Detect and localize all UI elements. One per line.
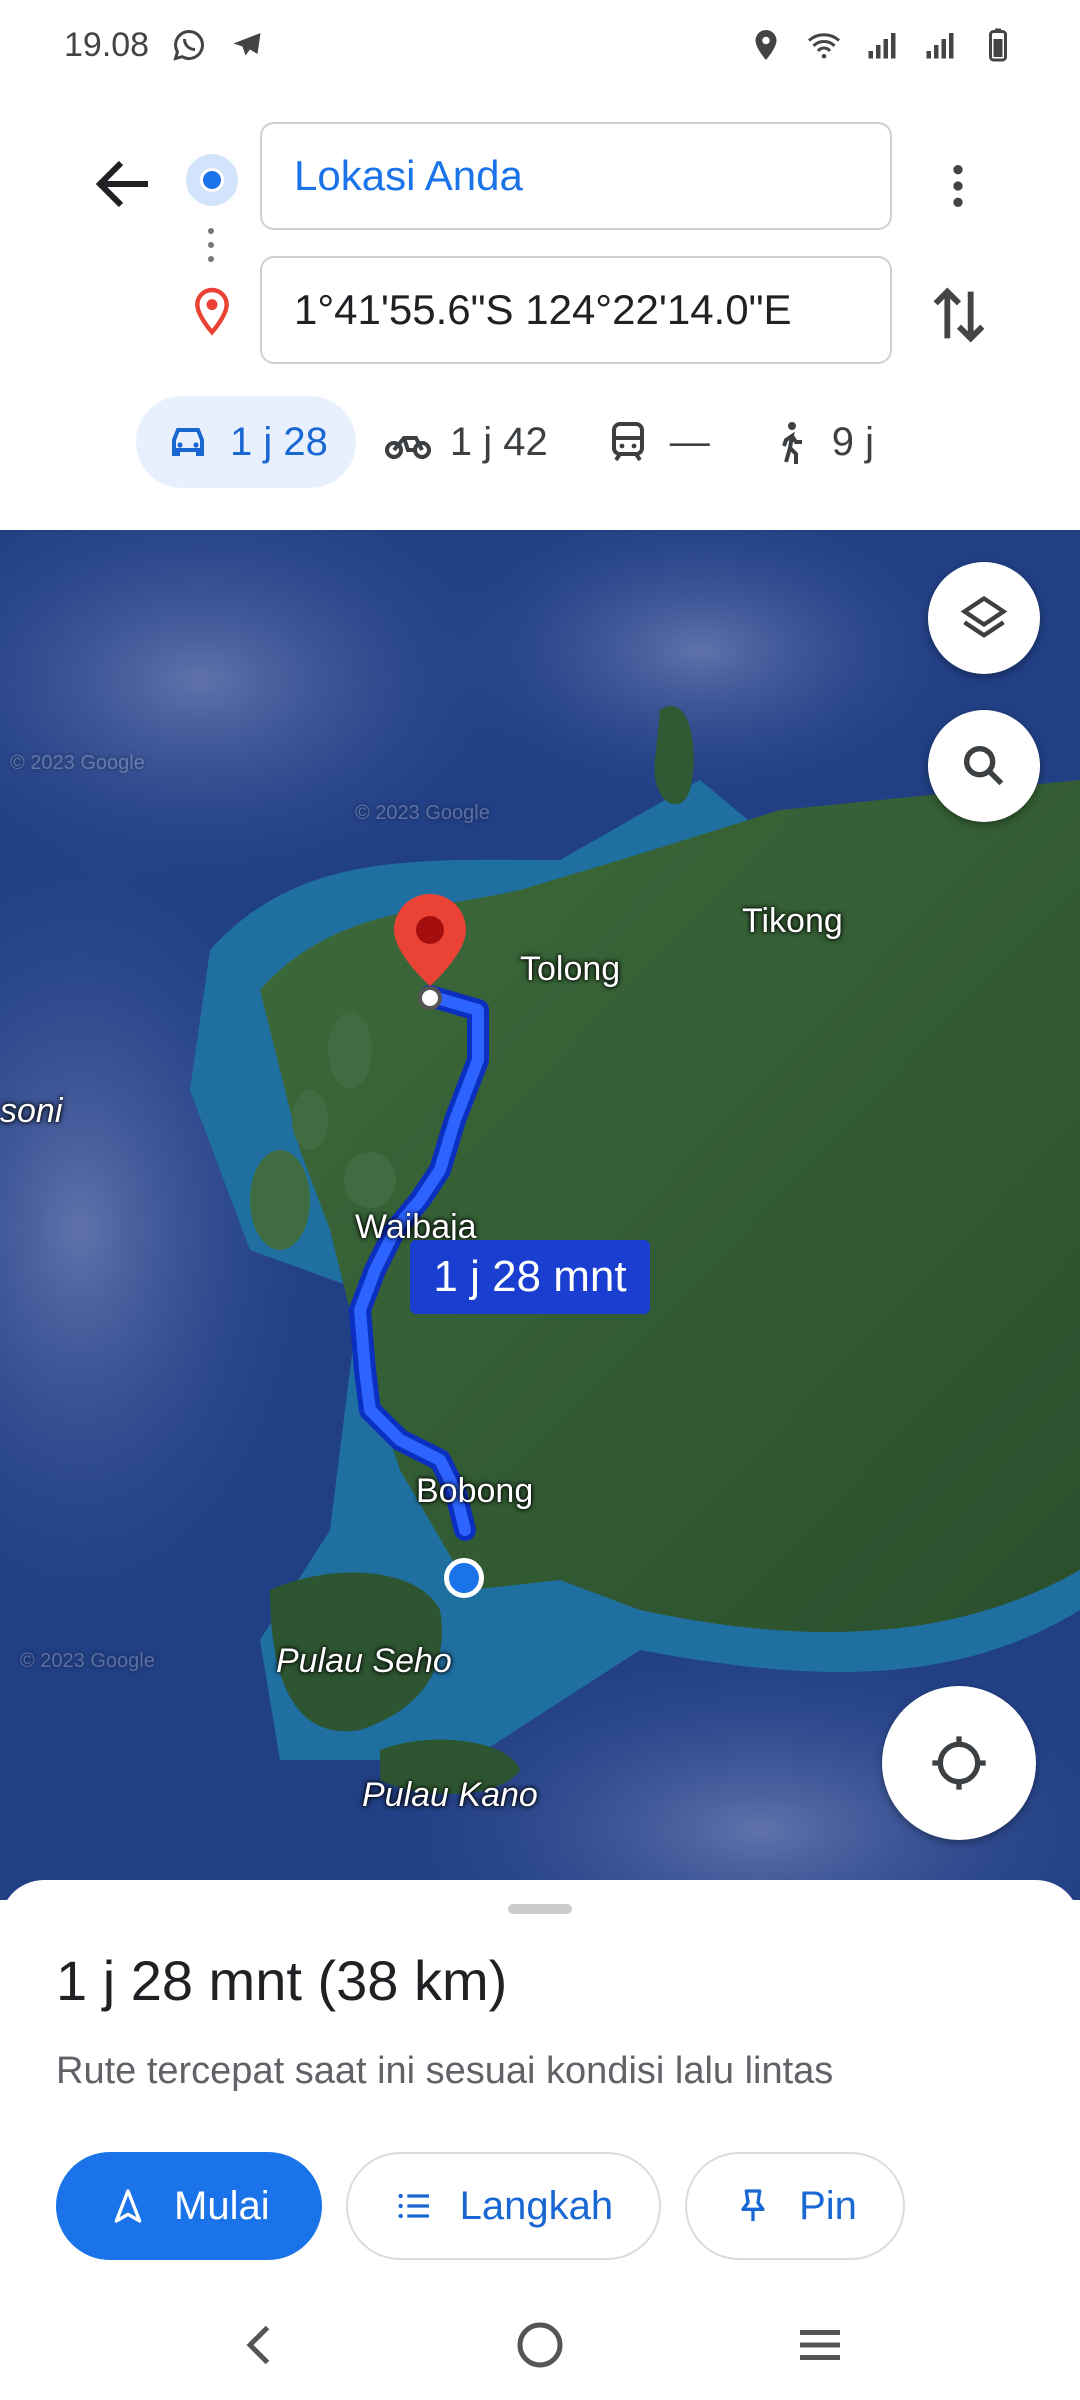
layers-icon <box>960 595 1008 638</box>
place-label: soni <box>0 1092 63 1130</box>
signal-icon <box>868 33 896 59</box>
driving-duration: 1 j 28 <box>230 419 328 464</box>
list-icon <box>398 2193 429 2219</box>
crosshair-icon <box>932 1736 986 1790</box>
directions-header: Lokasi Anda 1°41'55.6"S 124°22'14.0"E 1 … <box>0 90 1080 530</box>
destination-marker-icon[interactable] <box>388 890 472 1010</box>
car-icon <box>172 428 204 456</box>
route-connector-dots <box>207 220 215 280</box>
destination-pin-icon <box>195 287 229 336</box>
pin-button[interactable]: Pin <box>685 2152 905 2260</box>
map-copyright: © 2023 Google <box>10 752 145 774</box>
place-label: Tolong <box>520 950 621 988</box>
system-navigation-bar <box>0 2290 1080 2400</box>
status-bar-left: 19.08 <box>64 26 265 65</box>
wifi-icon <box>808 33 840 59</box>
origin-marker-icon[interactable] <box>444 1558 484 1598</box>
search-icon <box>963 745 1004 786</box>
start-button[interactable]: Mulai <box>56 2152 322 2260</box>
map-copyright: © 2023 Google <box>355 802 490 824</box>
sheet-drag-handle[interactable] <box>508 1904 572 1914</box>
navigation-arrow-icon <box>114 2189 142 2223</box>
route-actions: Mulai Langkah Pin <box>56 2152 905 2260</box>
origin-input[interactable]: Lokasi Anda <box>260 122 892 230</box>
telegram-icon <box>233 33 261 56</box>
place-label: Pulau Kano <box>362 1776 538 1814</box>
status-time: 19.08 <box>64 25 150 64</box>
motorcycle-icon <box>384 436 431 459</box>
maps-directions-screen: 19.08 Lokasi Anda 1°41'55.6"S 124°22'14.… <box>0 0 1080 2400</box>
satellite-map <box>0 530 1080 1900</box>
back-nav-icon[interactable] <box>230 2315 290 2375</box>
steps-button[interactable]: Langkah <box>345 2152 662 2260</box>
origin-dot-icon <box>186 154 238 206</box>
travel-mode-tabs: 1 j 28 1 j 42 — 9 j <box>136 396 902 488</box>
swap-directions-icon[interactable] <box>924 280 994 350</box>
battery-icon <box>989 28 1007 62</box>
map-view[interactable]: © 2023 Google © 2023 Google © 2023 Googl… <box>0 530 1080 1900</box>
map-copyright: © 2023 Google <box>20 1650 155 1672</box>
tab-motorcycle[interactable]: 1 j 42 <box>356 396 576 488</box>
my-location-button[interactable] <box>882 1686 1036 1840</box>
place-label: Bobong <box>416 1472 534 1510</box>
transit-icon <box>611 422 644 462</box>
start-button-label: Mulai <box>174 2183 270 2228</box>
route-description: Rute tercepat saat ini sesuai kondisi la… <box>56 2050 834 2092</box>
tab-transit[interactable]: — <box>576 396 738 488</box>
more-options-icon[interactable] <box>930 150 986 222</box>
place-label: Tikong <box>742 902 843 940</box>
walk-icon <box>781 422 802 464</box>
status-bar: 19.08 <box>0 0 1080 90</box>
tab-walking[interactable]: 9 j <box>738 396 902 488</box>
walking-duration: 9 j <box>831 419 874 464</box>
status-bar-right <box>748 27 1016 63</box>
back-arrow-icon[interactable] <box>88 148 160 220</box>
recents-nav-icon[interactable] <box>790 2315 850 2375</box>
place-label: Pulau Seho <box>276 1642 452 1680</box>
signal-icon <box>926 33 954 59</box>
pushpin-icon <box>741 2189 765 2221</box>
motorcycle-duration: 1 j 42 <box>449 419 548 464</box>
steps-button-label: Langkah <box>459 2183 614 2228</box>
route-duration-chip[interactable]: 1 j 28 mnt <box>410 1240 650 1314</box>
destination-input[interactable]: 1°41'55.6"S 124°22'14.0"E <box>260 256 892 364</box>
location-icon <box>755 30 777 60</box>
route-summary: 1 j 28 mnt (38 km) <box>56 1949 508 2012</box>
search-map-button[interactable] <box>928 710 1040 822</box>
layers-button[interactable] <box>928 562 1040 674</box>
tab-driving[interactable]: 1 j 28 <box>136 396 356 488</box>
whatsapp-icon <box>173 29 205 61</box>
pin-button-label: Pin <box>799 2183 857 2228</box>
home-nav-icon[interactable] <box>510 2315 570 2375</box>
transit-duration: — <box>669 419 710 464</box>
